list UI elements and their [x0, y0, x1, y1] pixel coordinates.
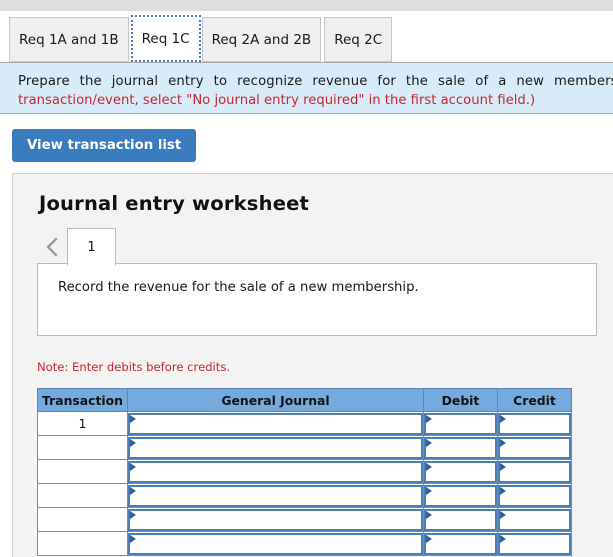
journal-entry-table: Transaction General Journal Debit Credit…: [37, 388, 572, 556]
debit-input[interactable]: [424, 532, 497, 555]
debit-input[interactable]: [424, 508, 497, 531]
view-transaction-list-button[interactable]: View transaction list: [12, 129, 197, 162]
credit-cell: [497, 435, 572, 460]
credit-cell: [497, 411, 572, 436]
page-title: Journal entry worksheet: [39, 192, 310, 215]
transaction-number-cell: [37, 507, 128, 532]
general-journal-cell: [127, 507, 424, 532]
column-header-debit: Debit: [423, 388, 498, 412]
tab-label: Req 2C: [334, 31, 383, 48]
requirement-tab-bar: Req 1A and 1B Req 1C Req 2A and 2B Req 2…: [9, 15, 613, 62]
tab-req-1c[interactable]: Req 1C: [130, 15, 201, 62]
credit-input[interactable]: [498, 484, 571, 507]
column-header-transaction: Transaction: [37, 388, 128, 412]
worksheet-description-box: Record the revenue for the sale of a new…: [37, 263, 597, 336]
table-row: 1: [37, 411, 572, 436]
debit-input[interactable]: [424, 460, 497, 483]
tab-label: Req 1A and 1B: [19, 31, 119, 48]
dropdown-marker-icon: [426, 486, 432, 495]
general-journal-input[interactable]: [128, 508, 423, 531]
chevron-left-icon[interactable]: [37, 228, 67, 266]
credit-cell: [497, 483, 572, 508]
debit-input[interactable]: [424, 412, 497, 435]
dropdown-marker-icon: [130, 510, 136, 519]
dropdown-marker-icon: [500, 486, 506, 495]
debit-cell: [423, 435, 498, 460]
debit-cell: [423, 531, 498, 556]
dropdown-marker-icon: [500, 462, 506, 471]
credit-input[interactable]: [498, 508, 571, 531]
general-journal-cell: [127, 459, 424, 484]
tab-req-2a-and-2b[interactable]: Req 2A and 2B: [201, 17, 322, 62]
general-journal-input[interactable]: [128, 484, 423, 507]
column-header-credit: Credit: [497, 388, 572, 412]
general-journal-cell: [127, 531, 424, 556]
dropdown-marker-icon: [130, 534, 136, 543]
debit-input[interactable]: [424, 484, 497, 507]
credit-cell: [497, 531, 572, 556]
dropdown-marker-icon: [426, 414, 432, 423]
general-journal-input[interactable]: [128, 412, 423, 435]
transaction-number-cell: [37, 531, 128, 556]
dropdown-marker-icon: [426, 510, 432, 519]
worksheet-pager: 1: [37, 226, 116, 266]
dropdown-marker-icon: [426, 438, 432, 447]
general-journal-cell: [127, 435, 424, 460]
table-row: [37, 483, 572, 508]
table-row: [37, 435, 572, 460]
credit-input[interactable]: [498, 532, 571, 555]
credit-input[interactable]: [498, 412, 571, 435]
general-journal-input[interactable]: [128, 532, 423, 555]
debit-cell: [423, 507, 498, 532]
debit-input[interactable]: [424, 436, 497, 459]
credit-cell: [497, 507, 572, 532]
general-journal-cell: [127, 411, 424, 436]
instruction-line-1: Prepare the journal entry to recognize r…: [18, 74, 613, 89]
worksheet-description-text: Record the revenue for the sale of a new…: [58, 280, 419, 295]
column-header-general-journal: General Journal: [127, 388, 424, 412]
instruction-banner: Prepare the journal entry to recognize r…: [0, 62, 613, 114]
debit-cell: [423, 483, 498, 508]
transaction-number-cell: [37, 435, 128, 460]
dropdown-marker-icon: [500, 510, 506, 519]
table-row: [37, 459, 572, 484]
dropdown-marker-icon: [500, 534, 506, 543]
general-journal-cell: [127, 483, 424, 508]
tab-req-2c[interactable]: Req 2C: [324, 17, 393, 62]
general-journal-input[interactable]: [128, 460, 423, 483]
table-row: [37, 507, 572, 532]
dropdown-marker-icon: [500, 414, 506, 423]
dropdown-marker-icon: [426, 534, 432, 543]
general-journal-input[interactable]: [128, 436, 423, 459]
journal-entry-page: Req 1A and 1B Req 1C Req 2A and 2B Req 2…: [0, 0, 613, 557]
transaction-number-cell: [37, 483, 128, 508]
debits-before-credits-note: Note: Enter debits before credits.: [37, 360, 231, 374]
dropdown-marker-icon: [426, 462, 432, 471]
worksheet-page-tab-label: 1: [87, 239, 96, 255]
credit-input[interactable]: [498, 460, 571, 483]
top-gray-strip: [0, 0, 613, 11]
journal-entry-table-body: 1: [37, 411, 572, 556]
instruction-line-2: transaction/event, select "No journal en…: [18, 93, 536, 108]
table-header-row: Transaction General Journal Debit Credit: [37, 388, 572, 412]
dropdown-marker-icon: [500, 438, 506, 447]
dropdown-marker-icon: [130, 438, 136, 447]
debit-cell: [423, 459, 498, 484]
dropdown-marker-icon: [130, 462, 136, 471]
table-row: [37, 531, 572, 556]
tab-req-1a-and-1b[interactable]: Req 1A and 1B: [9, 17, 129, 62]
transaction-number-cell: [37, 459, 128, 484]
dropdown-marker-icon: [130, 414, 136, 423]
tab-label: Req 1C: [141, 30, 190, 47]
debit-cell: [423, 411, 498, 436]
credit-input[interactable]: [498, 436, 571, 459]
tab-label: Req 2A and 2B: [211, 31, 312, 48]
journal-entry-worksheet-panel: Journal entry worksheet 1 Record the rev…: [12, 173, 613, 557]
credit-cell: [497, 459, 572, 484]
transaction-number-cell: 1: [37, 411, 128, 436]
worksheet-page-tab-1[interactable]: 1: [67, 228, 116, 266]
dropdown-marker-icon: [130, 486, 136, 495]
